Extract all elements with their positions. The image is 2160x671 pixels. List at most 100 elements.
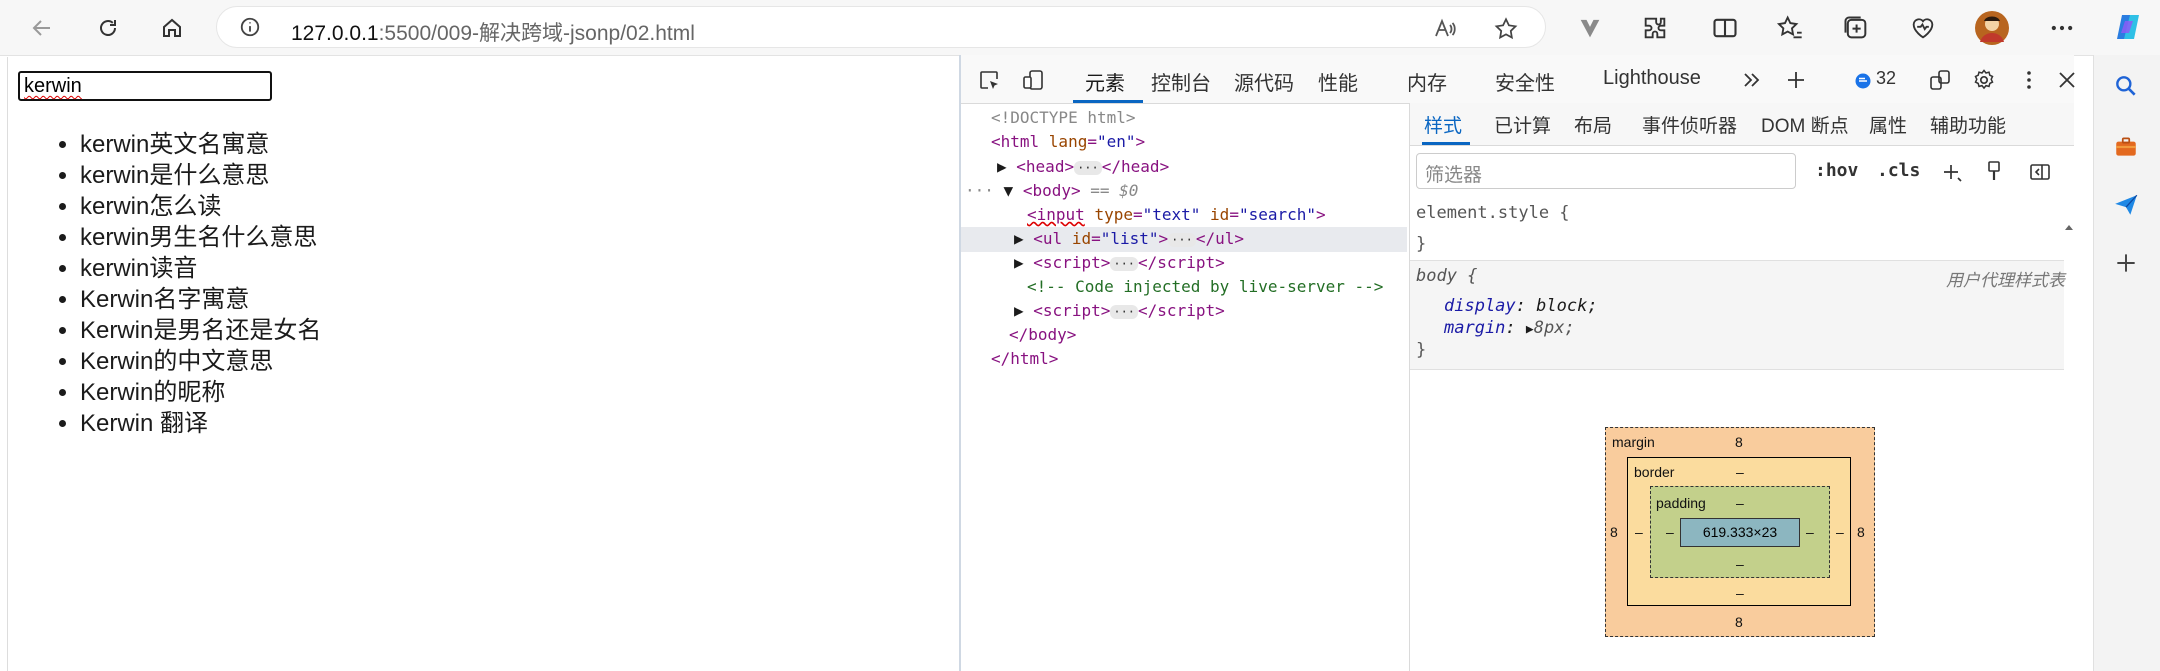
refresh-button[interactable]	[90, 10, 126, 46]
back-button[interactable]	[24, 10, 60, 46]
issues-count[interactable]: 32	[1876, 68, 1896, 89]
copilot-icon[interactable]	[2112, 11, 2144, 43]
margin-property: margin	[1444, 318, 1506, 338]
more-tabs-chevron-icon[interactable]	[1740, 68, 1764, 92]
box-model-content-size[interactable]: 619.333×23	[1680, 518, 1800, 547]
cls-toggle[interactable]: .cls	[1877, 160, 1920, 181]
more-menu-icon[interactable]	[2048, 14, 2076, 42]
hov-toggle[interactable]: :hov	[1815, 160, 1858, 181]
ul-node-line[interactable]: ▶ <ul id="list"> ··· </ul>	[1014, 227, 1244, 251]
margin-declaration[interactable]: margin: ▶8px;	[1444, 318, 1575, 338]
styles-filter-input[interactable]: 筛选器	[1416, 153, 1796, 189]
tab-security[interactable]: 安全性	[1495, 67, 1555, 96]
box-model-margin-left[interactable]: 8	[1610, 524, 1618, 540]
html-open-line[interactable]: <html lang="en">	[991, 130, 1145, 154]
favorite-star-icon[interactable]	[1493, 16, 1519, 42]
body-node-line[interactable]: ··· ▼ <body> == $0	[965, 179, 1138, 203]
tab-memory[interactable]: 内存	[1407, 67, 1447, 96]
tab-properties[interactable]: 属性	[1869, 111, 1907, 138]
home-button[interactable]	[154, 10, 190, 46]
body-selector[interactable]: body {	[1416, 266, 1477, 286]
inspect-element-icon[interactable]	[977, 68, 1001, 92]
tab-performance[interactable]: 性能	[1318, 67, 1358, 96]
add-tab-plus-icon[interactable]	[1784, 68, 1808, 92]
box-model-margin-right[interactable]: 8	[1857, 524, 1865, 540]
paint-brush-icon[interactable]	[1982, 159, 2006, 183]
box-model-padding-left[interactable]: –	[1666, 524, 1674, 540]
display-value: block;	[1536, 296, 1598, 316]
close-devtools-icon[interactable]	[2055, 68, 2079, 92]
expand-triangle-icon[interactable]: ▶	[1014, 253, 1024, 272]
comment-node-line[interactable]: <!-- Code injected by live-server -->	[1027, 275, 1383, 299]
page-viewport: kerwin kerwin英文名寓意 kerwin是什么意思 kerwin怎么读…	[7, 57, 958, 671]
tab-computed[interactable]: 已计算	[1494, 111, 1551, 138]
tab-accessibility[interactable]: 辅助功能	[1930, 111, 2006, 138]
tab-dom-breakpoints[interactable]: DOM 断点	[1761, 111, 1849, 138]
selected-marker: == $0	[1090, 181, 1139, 200]
box-model-margin-top[interactable]: 8	[1735, 434, 1743, 450]
kebab-menu-icon[interactable]	[2017, 68, 2041, 92]
tab-event-listeners[interactable]: 事件侦听器	[1642, 111, 1737, 138]
search-icon[interactable]	[2113, 73, 2139, 99]
doctype-line[interactable]: <!DOCTYPE html>	[991, 106, 1136, 130]
tab-sources[interactable]: 源代码	[1234, 67, 1294, 96]
box-model-padding-right[interactable]: –	[1806, 524, 1814, 540]
extension-v-icon[interactable]	[1576, 14, 1604, 42]
url-text[interactable]: 127.0.0.1:5500/009-解决跨域-jsonp/02.html	[291, 17, 695, 47]
tab-styles[interactable]: 样式	[1424, 111, 1462, 138]
collapse-triangle-icon[interactable]: ▼	[1004, 181, 1014, 200]
body-close-line[interactable]: </body>	[1009, 323, 1076, 347]
device-toolbar-icon[interactable]	[1021, 68, 1045, 92]
new-rule-plus-icon[interactable]	[1940, 161, 1964, 185]
extensions-puzzle-icon[interactable]	[1641, 14, 1669, 42]
settings-gear-icon[interactable]	[1972, 68, 1996, 92]
browser-toolbar: 127.0.0.1:5500/009-解决跨域-jsonp/02.html	[0, 0, 2160, 56]
box-model-border-top[interactable]: –	[1736, 464, 1744, 480]
favorites-icon[interactable]	[1776, 14, 1804, 42]
list-item: kerwin怎么读	[80, 191, 321, 222]
performance-heart-icon[interactable]	[1909, 14, 1937, 42]
expand-triangle-icon[interactable]: ▶	[1014, 229, 1024, 248]
expand-triangle-icon[interactable]: ▶	[1526, 322, 1534, 337]
doctype-text: <!DOCTYPE html>	[991, 108, 1136, 127]
box-model-border-right[interactable]: –	[1836, 524, 1844, 540]
box-model-padding-top[interactable]: –	[1736, 495, 1744, 511]
expand-triangle-icon[interactable]: ▶	[997, 157, 1007, 176]
edge-sidebar	[2093, 55, 2160, 671]
split-screen-icon[interactable]	[1711, 14, 1739, 42]
toggle-sidebar-icon[interactable]	[2028, 160, 2052, 184]
box-model-border-left[interactable]: –	[1635, 524, 1643, 540]
script-node-line[interactable]: ▶ <script> ··· </script>	[1014, 299, 1225, 323]
html-close-line[interactable]: </html>	[991, 347, 1058, 371]
add-sidebar-plus-icon[interactable]	[2113, 250, 2139, 276]
input-node-line[interactable]: <input type="text" id="search">	[1027, 203, 1326, 227]
info-icon[interactable]	[239, 16, 261, 38]
tab-console[interactable]: 控制台	[1151, 67, 1211, 96]
head-node-line[interactable]: ▶ <head> ··· </head>	[997, 155, 1169, 179]
tools-briefcase-icon[interactable]	[2113, 134, 2139, 160]
comment-text: <!-- Code injected by live-server -->	[1027, 277, 1384, 296]
element-style-selector[interactable]: element.style {	[1416, 203, 1570, 223]
styles-tabbar: 样式 已计算 布局 事件侦听器 DOM 断点 属性 辅助功能	[1410, 103, 2074, 146]
script-node-line[interactable]: ▶ <script> ··· </script>	[1014, 251, 1225, 275]
tab-lighthouse[interactable]: Lighthouse	[1603, 67, 1701, 90]
send-paper-plane-icon[interactable]	[2113, 192, 2139, 218]
expand-triangle-icon[interactable]: ▶	[1014, 301, 1024, 320]
list-item: kerwin读音	[80, 253, 321, 284]
box-model-margin-bottom[interactable]: 8	[1735, 614, 1743, 630]
box-model-padding-bottom[interactable]: –	[1736, 556, 1744, 572]
connections-icon[interactable]	[1928, 68, 1952, 92]
tab-elements[interactable]: 元素	[1085, 67, 1125, 96]
box-model-border-bottom[interactable]: –	[1736, 585, 1744, 601]
read-aloud-icon[interactable]	[1433, 17, 1457, 41]
collections-icon[interactable]	[1842, 14, 1870, 42]
box-model-padding-label: padding	[1656, 495, 1706, 511]
tab-layout[interactable]: 布局	[1574, 111, 1612, 138]
body-rule-close: }	[1416, 340, 1427, 360]
issues-chat-icon[interactable]	[1854, 72, 1872, 90]
styles-scrollbar[interactable]	[2064, 219, 2074, 671]
suggestion-list: kerwin英文名寓意 kerwin是什么意思 kerwin怎么读 kerwin…	[8, 129, 321, 439]
display-declaration[interactable]: display: block;	[1444, 296, 1598, 316]
profile-avatar[interactable]	[1974, 10, 2010, 46]
address-bar[interactable]: 127.0.0.1:5500/009-解决跨域-jsonp/02.html	[216, 6, 1546, 48]
